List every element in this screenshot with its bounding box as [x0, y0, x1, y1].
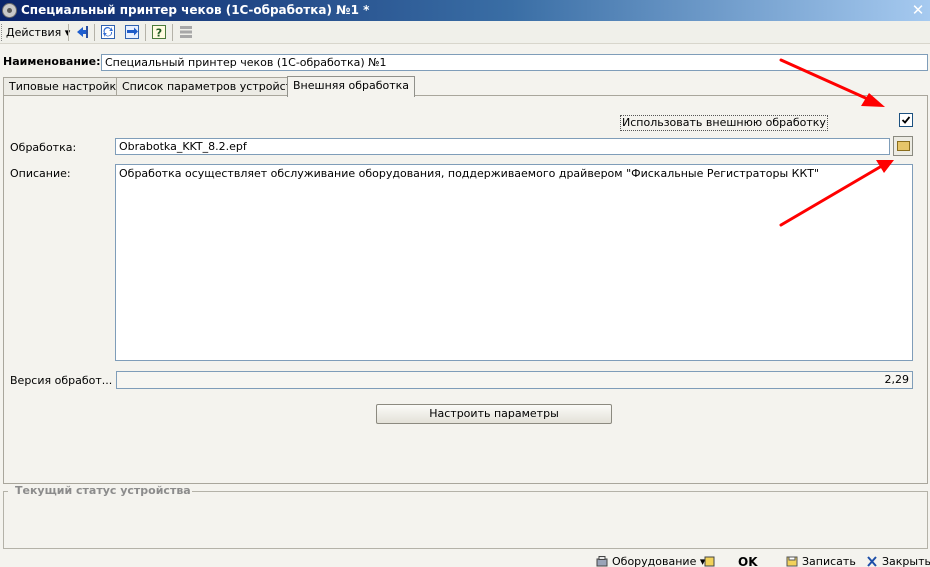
toolbar-separator [68, 24, 69, 41]
toolbar-separator [94, 24, 95, 41]
back-arrow-icon[interactable] [75, 24, 91, 40]
browse-button[interactable] [893, 136, 913, 156]
group-border [3, 491, 8, 492]
description-field[interactable]: Обработка осуществляет обслуживание обор… [115, 164, 913, 361]
name-label: Наименование: [3, 55, 101, 68]
list-icon[interactable] [178, 24, 194, 40]
toolbar-separator [172, 24, 173, 41]
tab-standard-settings[interactable]: Типовые настройки [3, 77, 130, 96]
close-icon[interactable]: ✕ [910, 1, 926, 19]
setup-parameters-button[interactable]: Настроить параметры [376, 404, 612, 424]
use-external-label[interactable]: Использовать внешнюю обработку [620, 115, 828, 131]
refresh-icon[interactable] [100, 24, 116, 40]
version-label: Версия обработ... [10, 374, 113, 387]
toolbar: Действия ▾ ? [0, 21, 930, 44]
ok-icon [704, 556, 716, 567]
help-icon[interactable]: ? [151, 24, 167, 40]
equipment-icon [596, 556, 608, 567]
close-x-icon [866, 556, 878, 567]
save-button[interactable]: Записать [802, 554, 856, 567]
sync-icon[interactable] [124, 24, 140, 40]
toolbar-grip [1, 24, 3, 41]
group-border [180, 491, 928, 492]
ok-button[interactable]: OK [738, 554, 758, 567]
tab-external-processing[interactable]: Внешняя обработка [287, 76, 416, 97]
bottom-bar: Оборудование ▾ OK Записать Закрыть [0, 553, 930, 567]
window-title: Специальный принтер чеков (1С-обработка)… [21, 3, 370, 17]
svg-text:?: ? [156, 27, 162, 40]
status-group-title: Текущий статус устройства [14, 484, 192, 497]
processing-field[interactable]: Obrabotka_KKT_8.2.epf [115, 138, 890, 155]
description-label: Описание: [10, 167, 71, 180]
version-field: 2,29 [116, 371, 913, 389]
title-bar: Специальный принтер чеков (1С-обработка)… [0, 0, 930, 21]
app-gear-icon [2, 3, 17, 18]
processing-label: Обработка: [10, 141, 77, 154]
save-icon [786, 556, 798, 567]
equipment-menu[interactable]: Оборудование ▾ [612, 554, 705, 567]
tab-device-parameters[interactable]: Список параметров устройства [116, 77, 312, 96]
folder-icon [897, 141, 910, 151]
name-field[interactable]: Специальный принтер чеков (1С-обработка)… [101, 54, 928, 71]
actions-menu[interactable]: Действия ▾ [4, 25, 72, 41]
close-button[interactable]: Закрыть [882, 554, 930, 567]
toolbar-separator [145, 24, 146, 41]
use-external-checkbox[interactable] [899, 113, 913, 127]
device-status-group: Текущий статус устройства [3, 484, 928, 549]
